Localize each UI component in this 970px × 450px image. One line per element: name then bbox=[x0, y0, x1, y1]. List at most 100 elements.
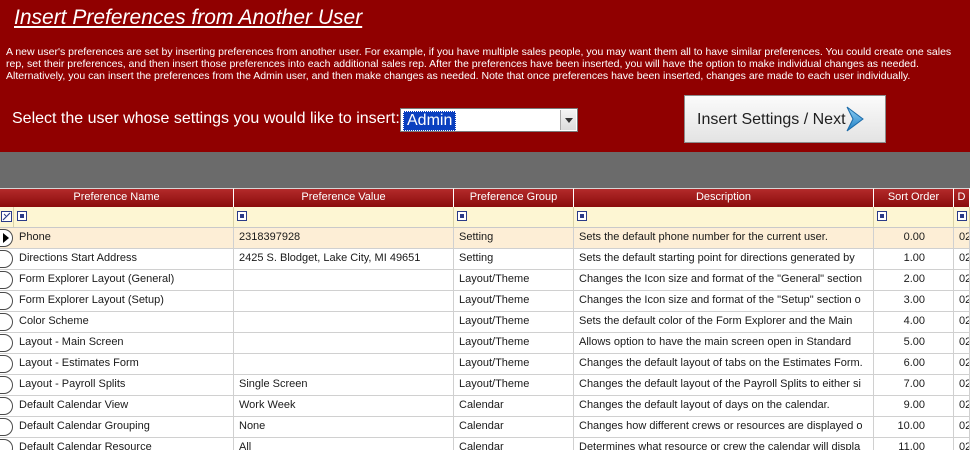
table-row[interactable]: Default Calendar View Work Week Calendar Ch… bbox=[0, 396, 970, 417]
cell-preference-group[interactable]: Setting bbox=[454, 249, 574, 269]
row-indicator[interactable] bbox=[0, 291, 14, 311]
table-row[interactable]: Default Calendar Grouping None Calendar Cha… bbox=[0, 417, 970, 438]
cell-preference-group[interactable]: Layout/Theme bbox=[454, 270, 574, 290]
cell-sort-order[interactable]: 2.00 bbox=[874, 270, 954, 290]
filter-sort-order[interactable] bbox=[874, 207, 954, 227]
cell-description[interactable]: Changes the default layout of the Payrol… bbox=[574, 375, 874, 395]
cell-preference-name[interactable]: Default Calendar View bbox=[14, 396, 234, 416]
table-row[interactable]: Form Explorer Layout (General) Layout/The… bbox=[0, 270, 970, 291]
cell-sort-order[interactable]: 4.00 bbox=[874, 312, 954, 332]
cell-date[interactable]: 02/ bbox=[954, 354, 970, 374]
cell-preference-group[interactable]: Calendar bbox=[454, 417, 574, 437]
cell-preference-group[interactable]: Layout/Theme bbox=[454, 333, 574, 353]
cell-preference-value[interactable]: 2425 S. Blodget, Lake City, MI 49651 bbox=[234, 249, 454, 269]
cell-description[interactable]: Changes the Icon size and format of the … bbox=[574, 270, 874, 290]
cell-preference-name[interactable]: Form Explorer Layout (Setup) bbox=[14, 291, 234, 311]
cell-preference-name[interactable]: Layout - Main Screen bbox=[14, 333, 234, 353]
filter-clear-icon[interactable] bbox=[0, 207, 14, 227]
cell-preference-name[interactable]: Form Explorer Layout (General) bbox=[14, 270, 234, 290]
filter-date[interactable] bbox=[954, 207, 970, 227]
cell-date[interactable]: 02/ bbox=[954, 228, 970, 248]
cell-date[interactable]: 02/ bbox=[954, 396, 970, 416]
cell-sort-order[interactable]: 11.00 bbox=[874, 438, 954, 450]
cell-preference-name[interactable]: Default Calendar Resource bbox=[14, 438, 234, 450]
filter-preference-name[interactable] bbox=[14, 207, 234, 227]
cell-preference-group[interactable]: Layout/Theme bbox=[454, 375, 574, 395]
row-indicator[interactable] bbox=[0, 438, 14, 450]
cell-sort-order[interactable]: 9.00 bbox=[874, 396, 954, 416]
cell-preference-value[interactable] bbox=[234, 291, 454, 311]
table-row[interactable]: Color Scheme Layout/Theme Sets the default… bbox=[0, 312, 970, 333]
cell-sort-order[interactable]: 7.00 bbox=[874, 375, 954, 395]
cell-preference-value[interactable]: All bbox=[234, 438, 454, 450]
filter-preference-value[interactable] bbox=[234, 207, 454, 227]
cell-preference-value[interactable]: Work Week bbox=[234, 396, 454, 416]
cell-description[interactable]: Changes how different crews or resources… bbox=[574, 417, 874, 437]
cell-date[interactable]: 02/ bbox=[954, 333, 970, 353]
row-indicator[interactable] bbox=[0, 375, 14, 395]
filter-preference-group[interactable] bbox=[454, 207, 574, 227]
filter-operator-icon[interactable] bbox=[237, 211, 247, 221]
filter-operator-icon[interactable] bbox=[577, 211, 587, 221]
chevron-down-icon[interactable] bbox=[560, 110, 576, 130]
cell-description[interactable]: Changes the Icon size and format of the … bbox=[574, 291, 874, 311]
table-row[interactable]: Phone 2318397928 Setting Sets the default p… bbox=[0, 228, 970, 249]
row-indicator[interactable] bbox=[0, 312, 14, 332]
user-select[interactable]: Admin bbox=[400, 108, 578, 132]
cell-description[interactable]: Determines what resource or crew the cal… bbox=[574, 438, 874, 450]
cell-preference-name[interactable]: Phone bbox=[14, 228, 234, 248]
cell-date[interactable]: 02/ bbox=[954, 375, 970, 395]
table-row[interactable]: Directions Start Address 2425 S. Blodget,… bbox=[0, 249, 970, 270]
cell-description[interactable]: Changes the default layout of days on th… bbox=[574, 396, 874, 416]
cell-date[interactable]: 02/ bbox=[954, 291, 970, 311]
table-row[interactable]: Form Explorer Layout (Setup) Layout/Theme… bbox=[0, 291, 970, 312]
table-row[interactable]: Layout - Payroll Splits Single Screen Layo… bbox=[0, 375, 970, 396]
cell-preference-name[interactable]: Layout - Estimates Form bbox=[14, 354, 234, 374]
cell-preference-group[interactable]: Calendar bbox=[454, 396, 574, 416]
cell-date[interactable]: 02/ bbox=[954, 270, 970, 290]
filter-operator-icon[interactable] bbox=[17, 211, 27, 221]
col-header-description[interactable]: Description bbox=[574, 188, 874, 207]
cell-preference-value[interactable]: Single Screen bbox=[234, 375, 454, 395]
cell-preference-group[interactable]: Calendar bbox=[454, 438, 574, 450]
cell-date[interactable]: 02/ bbox=[954, 312, 970, 332]
cell-sort-order[interactable]: 0.00 bbox=[874, 228, 954, 248]
cell-preference-value[interactable] bbox=[234, 312, 454, 332]
cell-description[interactable]: Sets the default phone number for the cu… bbox=[574, 228, 874, 248]
cell-sort-order[interactable]: 5.00 bbox=[874, 333, 954, 353]
cell-preference-name[interactable]: Layout - Payroll Splits bbox=[14, 375, 234, 395]
cell-preference-value[interactable] bbox=[234, 270, 454, 290]
cell-sort-order[interactable]: 1.00 bbox=[874, 249, 954, 269]
cell-description[interactable]: Sets the default starting point for dire… bbox=[574, 249, 874, 269]
cell-preference-value[interactable] bbox=[234, 333, 454, 353]
filter-operator-icon[interactable] bbox=[877, 211, 887, 221]
cell-date[interactable]: 02/ bbox=[954, 249, 970, 269]
cell-preference-value[interactable]: None bbox=[234, 417, 454, 437]
row-indicator[interactable] bbox=[0, 333, 14, 353]
row-indicator[interactable] bbox=[0, 396, 14, 416]
cell-sort-order[interactable]: 6.00 bbox=[874, 354, 954, 374]
row-indicator[interactable] bbox=[0, 228, 14, 248]
col-header-date[interactable]: D bbox=[954, 188, 970, 207]
cell-preference-group[interactable]: Layout/Theme bbox=[454, 354, 574, 374]
cell-date[interactable]: 02/ bbox=[954, 438, 970, 450]
cell-description[interactable]: Sets the default color of the Form Explo… bbox=[574, 312, 874, 332]
cell-preference-value[interactable]: 2318397928 bbox=[234, 228, 454, 248]
cell-preference-name[interactable]: Default Calendar Grouping bbox=[14, 417, 234, 437]
col-header-preference-value[interactable]: Preference Value bbox=[234, 188, 454, 207]
table-row[interactable]: Layout - Main Screen Layout/Theme Allows o… bbox=[0, 333, 970, 354]
col-header-preference-group[interactable]: Preference Group bbox=[454, 188, 574, 207]
cell-preference-group[interactable]: Layout/Theme bbox=[454, 312, 574, 332]
cell-date[interactable]: 02/ bbox=[954, 417, 970, 437]
cell-preference-name[interactable]: Directions Start Address bbox=[14, 249, 234, 269]
table-row[interactable]: Default Calendar Resource All Calendar Dete… bbox=[0, 438, 970, 450]
filter-description[interactable] bbox=[574, 207, 874, 227]
row-indicator[interactable] bbox=[0, 249, 14, 269]
filter-operator-icon[interactable] bbox=[457, 211, 467, 221]
cell-preference-group[interactable]: Setting bbox=[454, 228, 574, 248]
col-header-sort-order[interactable]: Sort Order bbox=[874, 188, 954, 207]
insert-settings-next-button[interactable]: Insert Settings / Next bbox=[684, 95, 886, 143]
cell-sort-order[interactable]: 10.00 bbox=[874, 417, 954, 437]
col-header-preference-name[interactable]: Preference Name bbox=[0, 188, 234, 207]
table-row[interactable]: Layout - Estimates Form Layout/Theme Chang… bbox=[0, 354, 970, 375]
